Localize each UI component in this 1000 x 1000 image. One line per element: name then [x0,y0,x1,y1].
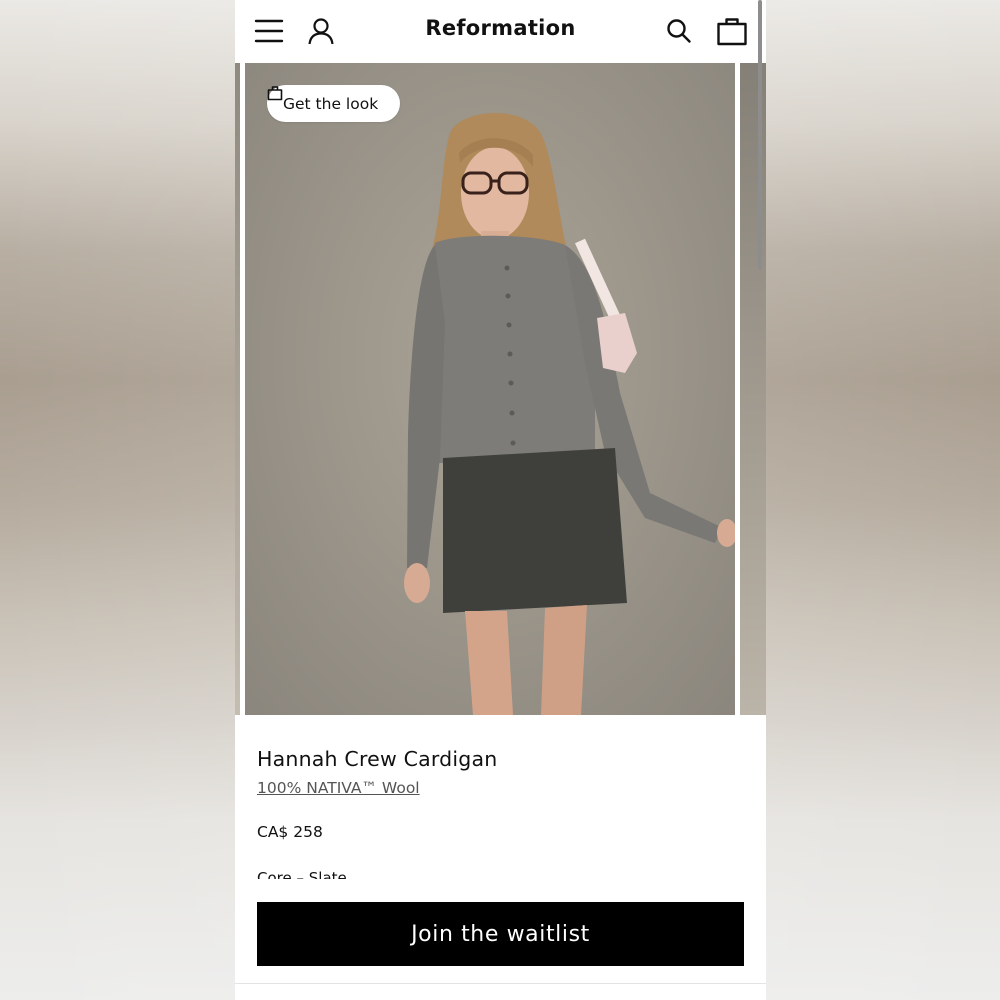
product-page: Reformation Get the look Hannah Crew Car… [235,0,766,1000]
product-info: Hannah Crew Cardigan 100% NATIVA™ Wool C… [257,730,747,879]
product-title: Hannah Crew Cardigan [257,747,498,771]
backdrop-right [766,0,1000,1000]
scrollbar[interactable] [758,0,762,270]
product-image-carousel[interactable]: Get the look [235,63,766,715]
material-link[interactable]: 100% NATIVA™ Wool [257,779,420,797]
shopping-bag-icon [267,86,283,101]
backdrop-left [0,0,235,1000]
get-the-look-button[interactable]: Get the look [267,85,401,122]
color-label: Core – Slate [257,869,347,879]
model-illustration [404,113,735,715]
next-image-peek[interactable] [740,63,766,715]
site-header: Reformation [235,0,766,63]
join-waitlist-button[interactable]: Join the waitlist [257,902,744,966]
previous-image-peek[interactable] [235,63,240,715]
bag-icon[interactable] [715,14,749,48]
divider [235,983,766,984]
product-price: CA$ 258 [257,823,323,841]
join-waitlist-label: Join the waitlist [411,921,590,947]
product-photo[interactable]: Get the look [245,63,735,715]
search-icon[interactable] [662,14,696,48]
get-the-look-label: Get the look [283,94,379,113]
